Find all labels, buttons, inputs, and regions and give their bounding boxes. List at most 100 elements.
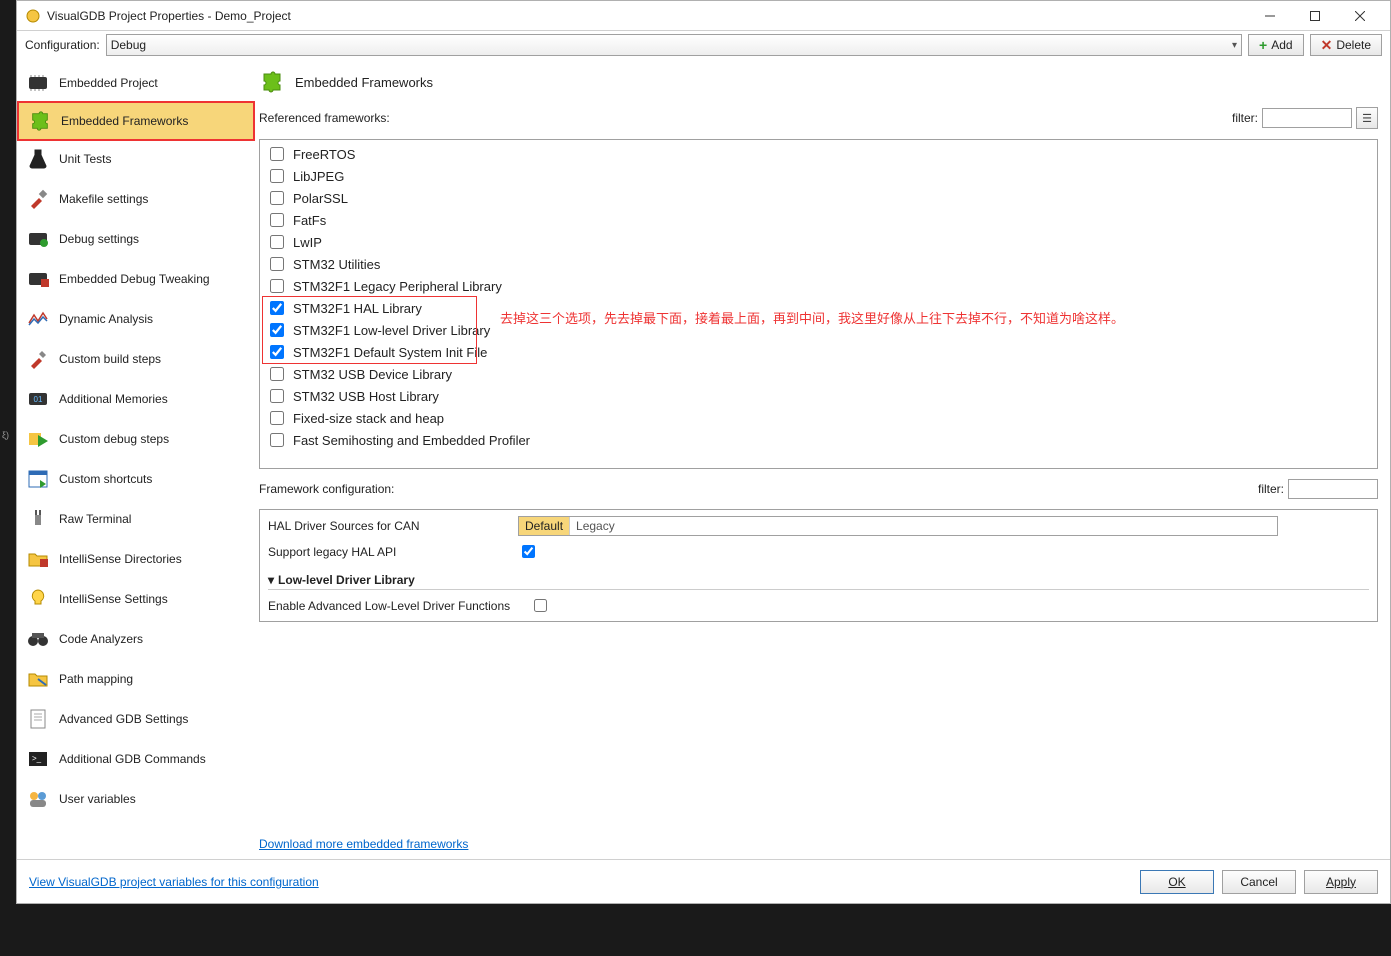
- mem-icon: 01: [25, 386, 51, 412]
- framework-checkbox[interactable]: [270, 389, 284, 403]
- users-icon: [25, 786, 51, 812]
- download-frameworks-link[interactable]: Download more embedded frameworks: [259, 837, 1378, 851]
- hal-sources-label: HAL Driver Sources for CAN: [268, 519, 498, 533]
- sidebar-item-embedded-project[interactable]: Embedded Project: [17, 63, 255, 103]
- annotation-text: 去掉这三个选项，先去掉最下面，接着最上面，再到中间，我这里好像从上往下去掉不行，…: [500, 308, 1124, 327]
- framework-item[interactable]: Fast Semihosting and Embedded Profiler: [266, 430, 1371, 450]
- framework-checkbox[interactable]: [270, 191, 284, 205]
- maximize-button[interactable]: [1292, 2, 1337, 30]
- puzzle-icon: [259, 69, 285, 95]
- framework-item[interactable]: LibJPEG: [266, 166, 1371, 186]
- bug-icon: [25, 226, 51, 252]
- dialog-footer: View VisualGDB project variables for thi…: [17, 859, 1390, 903]
- close-button[interactable]: [1337, 2, 1382, 30]
- sidebar-item-debug-settings[interactable]: Debug settings: [17, 219, 255, 259]
- frameworks-filter-input[interactable]: [1262, 108, 1352, 128]
- sidebar-item-label: IntelliSense Settings: [59, 592, 168, 606]
- framework-checkbox[interactable]: [270, 169, 284, 183]
- framework-item[interactable]: FatFs: [266, 210, 1371, 230]
- framework-label: PolarSSL: [293, 191, 348, 206]
- sidebar-item-label: IntelliSense Directories: [59, 552, 182, 566]
- framework-checkbox[interactable]: [270, 279, 284, 293]
- configuration-select[interactable]: Debug ▾: [106, 34, 1242, 56]
- sidebar-item-custom-shortcuts[interactable]: Custom shortcuts: [17, 459, 255, 499]
- sidebar-item-advanced-gdb-settings[interactable]: Advanced GDB Settings: [17, 699, 255, 739]
- apply-button[interactable]: Apply: [1304, 870, 1378, 894]
- list-icon: ☰: [1362, 112, 1372, 125]
- sidebar-item-intellisense-directories[interactable]: IntelliSense Directories: [17, 539, 255, 579]
- view-variables-link[interactable]: View VisualGDB project variables for thi…: [29, 875, 319, 889]
- delete-configuration-button[interactable]: ✕Delete: [1310, 34, 1382, 56]
- hammer-icon: [25, 186, 51, 212]
- window-title: VisualGDB Project Properties - Demo_Proj…: [47, 9, 1247, 23]
- truncated-text: ξ): [2, 430, 9, 440]
- framework-label: FatFs: [293, 213, 326, 228]
- sidebar-item-embedded-frameworks[interactable]: Embedded Frameworks: [17, 101, 255, 141]
- svg-text:>_: >_: [32, 754, 42, 763]
- framework-checkbox[interactable]: [270, 323, 284, 337]
- sidebar-item-intellisense-settings[interactable]: IntelliSense Settings: [17, 579, 255, 619]
- configuration-label: Configuration:: [25, 38, 100, 52]
- framework-label: LwIP: [293, 235, 322, 250]
- filter-options-button[interactable]: ☰: [1356, 107, 1378, 129]
- ll-section-header[interactable]: ▾ Low-level Driver Library: [268, 571, 1369, 590]
- sidebar-item-makefile-settings[interactable]: Makefile settings: [17, 179, 255, 219]
- framework-item[interactable]: STM32F1 Default System Init File: [266, 342, 1371, 362]
- support-legacy-label: Support legacy HAL API: [268, 545, 498, 559]
- framework-item[interactable]: STM32F1 Legacy Peripheral Library: [266, 276, 1371, 296]
- sidebar-item-embedded-debug-tweaking[interactable]: Embedded Debug Tweaking: [17, 259, 255, 299]
- ll-enable-checkbox[interactable]: [534, 599, 547, 612]
- configuration-value: Debug: [111, 38, 146, 52]
- frameworks-list: FreeRTOSLibJPEG PolarSSL FatFs LwIP STM32 Ut…: [259, 139, 1378, 469]
- framework-checkbox[interactable]: [270, 213, 284, 227]
- framework-checkbox[interactable]: [270, 147, 284, 161]
- support-legacy-checkbox[interactable]: [522, 545, 535, 558]
- hal-sources-option-legacy[interactable]: Legacy: [570, 519, 621, 533]
- framework-checkbox[interactable]: [270, 257, 284, 271]
- ok-button[interactable]: OK: [1140, 870, 1214, 894]
- sidebar-item-code-analyzers[interactable]: Code Analyzers: [17, 619, 255, 659]
- sidebar-item-label: Advanced GDB Settings: [59, 712, 188, 726]
- config-filter-input[interactable]: [1288, 479, 1378, 499]
- sidebar-item-unit-tests[interactable]: Unit Tests: [17, 139, 255, 179]
- ll-enable-label: Enable Advanced Low-Level Driver Functio…: [268, 599, 510, 613]
- framework-label: STM32F1 HAL Library: [293, 301, 422, 316]
- sidebar-item-dynamic-analysis[interactable]: Dynamic Analysis: [17, 299, 255, 339]
- hal-sources-selected: Default: [519, 517, 570, 535]
- window-icon: [25, 466, 51, 492]
- sidebar-item-label: Embedded Frameworks: [61, 114, 188, 128]
- framework-item[interactable]: LwIP: [266, 232, 1371, 252]
- chip2-icon: [25, 266, 51, 292]
- framework-label: Fast Semihosting and Embedded Profiler: [293, 433, 530, 448]
- framework-item[interactable]: PolarSSL: [266, 188, 1371, 208]
- framework-item[interactable]: FreeRTOS: [266, 144, 1371, 164]
- framework-item[interactable]: Fixed-size stack and heap: [266, 408, 1371, 428]
- hal-sources-select[interactable]: Default Legacy: [518, 516, 1278, 536]
- puzzle-icon: [27, 108, 53, 134]
- chart-icon: [25, 306, 51, 332]
- framework-item[interactable]: STM32 USB Host Library: [266, 386, 1371, 406]
- framework-checkbox[interactable]: [270, 367, 284, 381]
- minimize-button[interactable]: [1247, 2, 1292, 30]
- framework-label: STM32 USB Host Library: [293, 389, 439, 404]
- sidebar-item-raw-terminal[interactable]: Raw Terminal: [17, 499, 255, 539]
- app-icon: [25, 8, 41, 24]
- sidebar-item-custom-debug-steps[interactable]: Custom debug steps: [17, 419, 255, 459]
- sidebar-item-user-variables[interactable]: User variables: [17, 779, 255, 819]
- sidebar-item-path-mapping[interactable]: Path mapping: [17, 659, 255, 699]
- framework-checkbox[interactable]: [270, 301, 284, 315]
- framework-item[interactable]: STM32 Utilities: [266, 254, 1371, 274]
- sidebar-item-label: Embedded Project: [59, 76, 158, 90]
- framework-checkbox[interactable]: [270, 411, 284, 425]
- sidebar-item-additional-gdb-commands[interactable]: >_Additional GDB Commands: [17, 739, 255, 779]
- sidebar-item-custom-build-steps[interactable]: Custom build steps: [17, 339, 255, 379]
- add-configuration-button[interactable]: +Add: [1248, 34, 1304, 56]
- sidebar-item-label: Path mapping: [59, 672, 133, 686]
- cancel-button[interactable]: Cancel: [1222, 870, 1296, 894]
- framework-item[interactable]: STM32 USB Device Library: [266, 364, 1371, 384]
- framework-checkbox[interactable]: [270, 345, 284, 359]
- framework-checkbox[interactable]: [270, 235, 284, 249]
- plus-icon: +: [1259, 37, 1267, 53]
- framework-checkbox[interactable]: [270, 433, 284, 447]
- sidebar-item-additional-memories[interactable]: 01Additional Memories: [17, 379, 255, 419]
